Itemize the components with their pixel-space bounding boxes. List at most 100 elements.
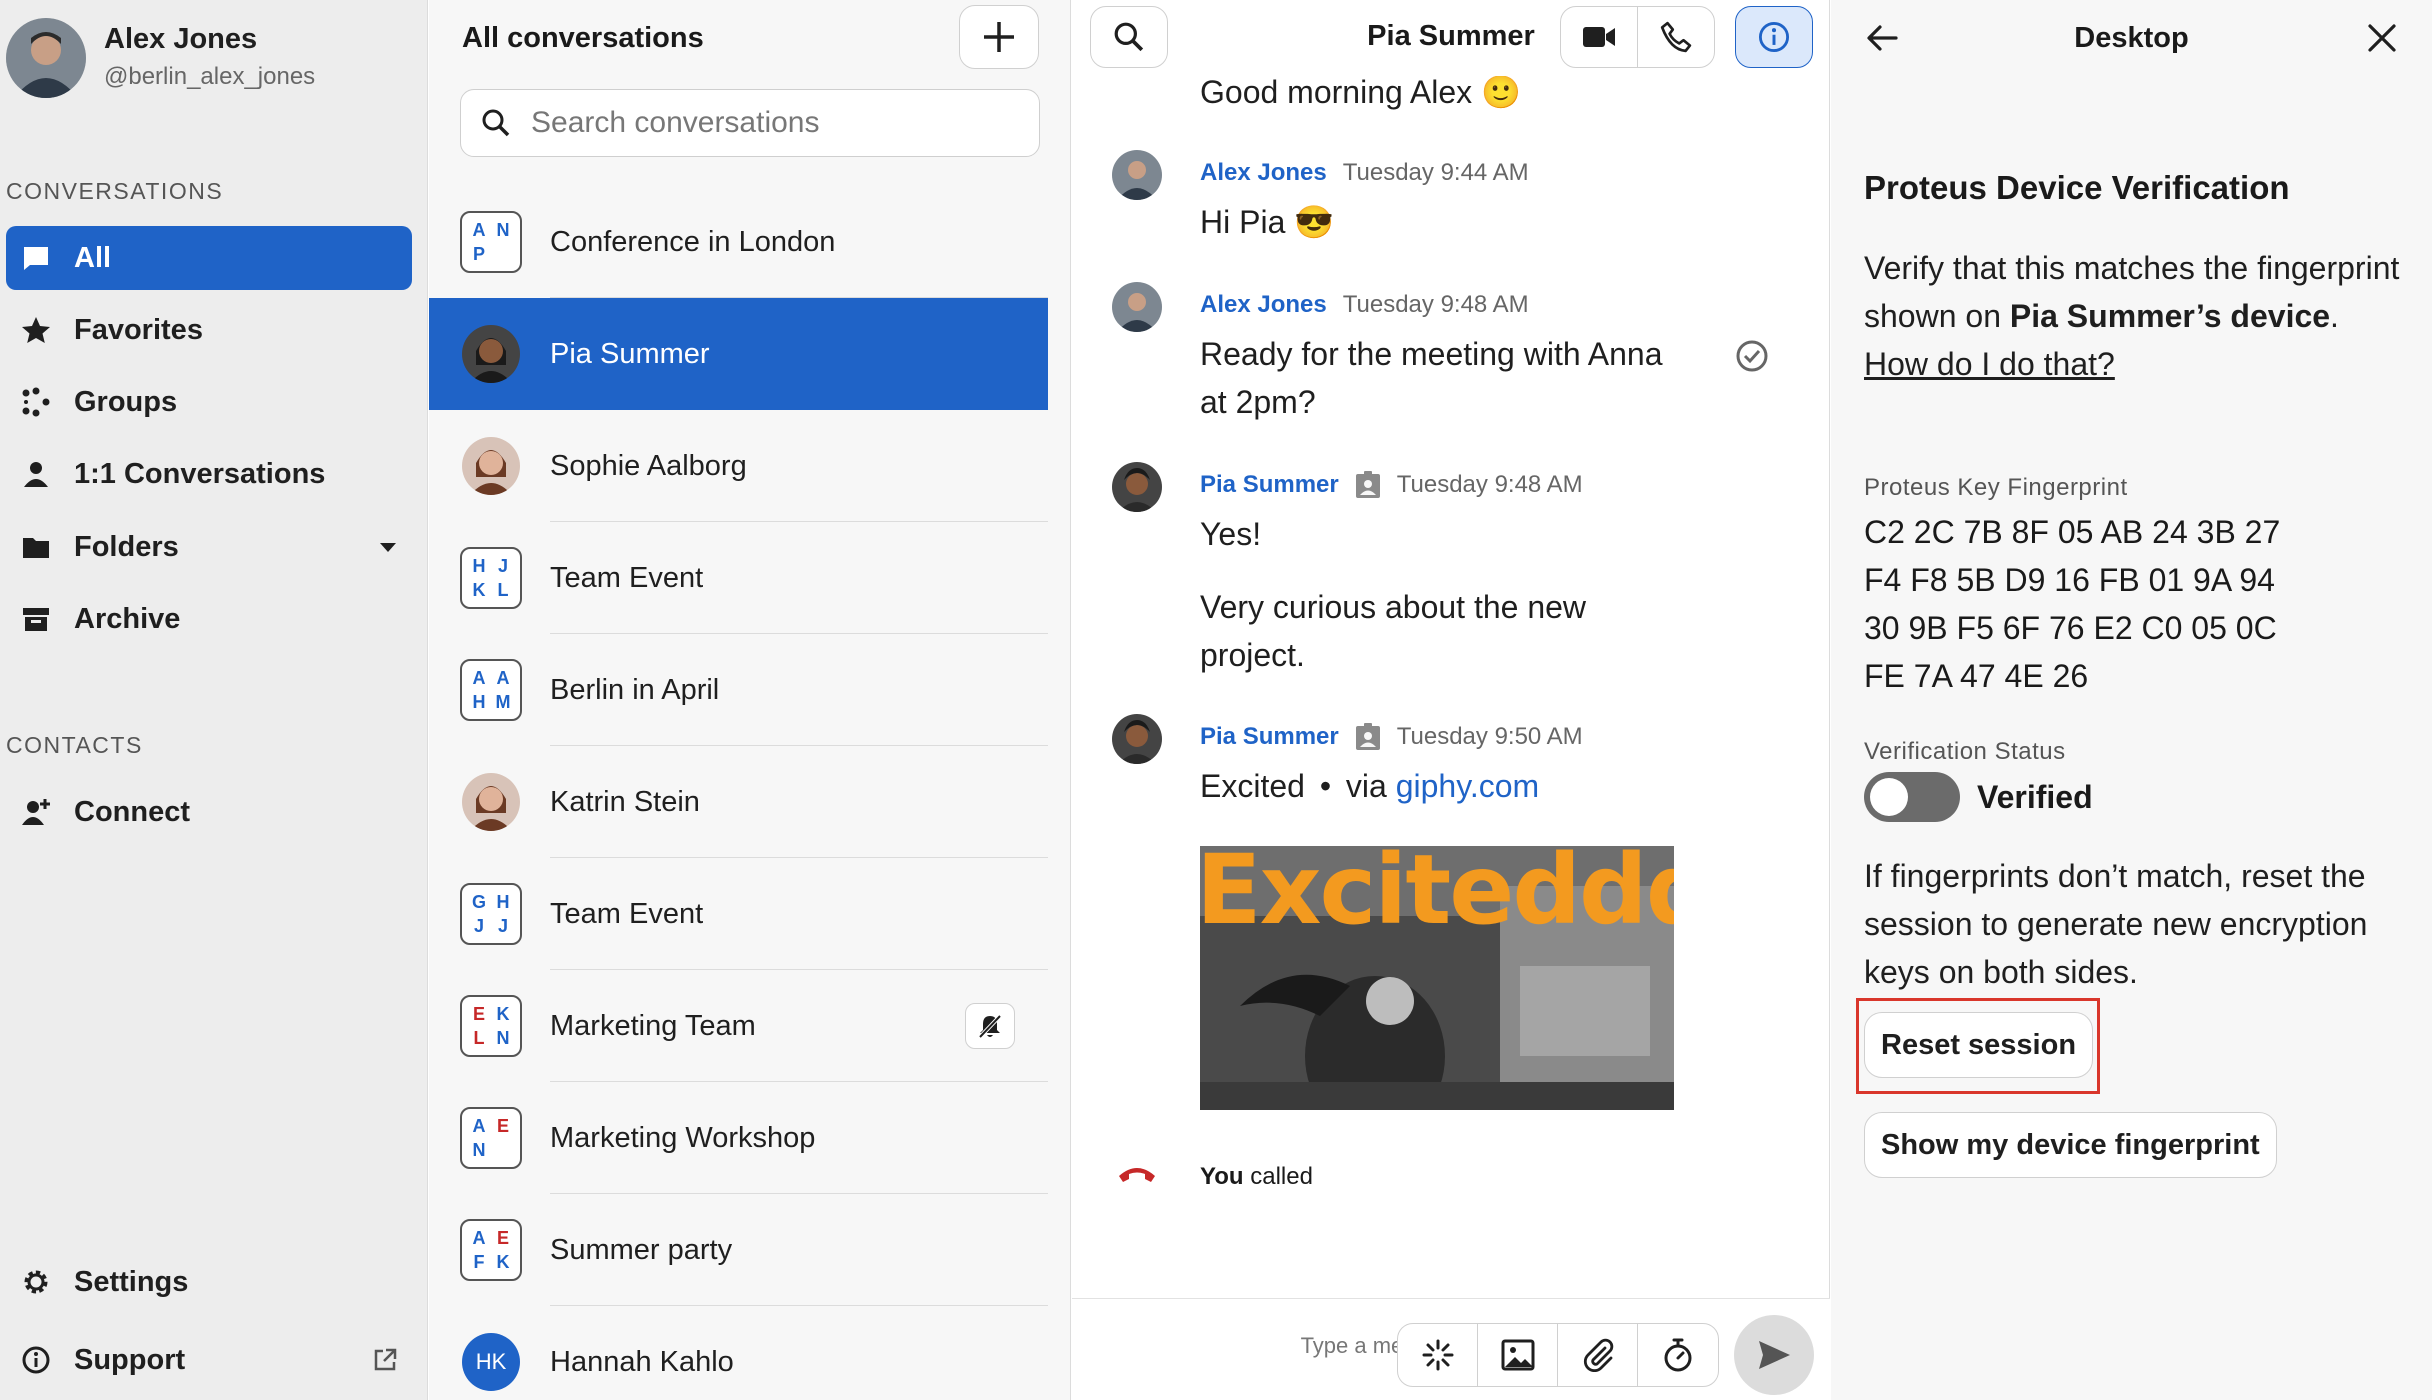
gear-icon xyxy=(20,1266,52,1298)
chevron-down-icon[interactable] xyxy=(378,515,398,579)
call-you: You xyxy=(1200,1163,1244,1190)
how-to-verify-link[interactable]: How do I do that? xyxy=(1864,346,2115,382)
message-text: project. xyxy=(1200,637,1305,673)
guest-badge-icon xyxy=(1355,471,1380,498)
sidebar-item-label: 1:1 Conversations xyxy=(74,457,326,490)
chat-header: Pia Summer xyxy=(1072,0,1830,76)
sidebar-item-label: Favorites xyxy=(74,313,203,346)
message-author[interactable]: Pia Summer xyxy=(1200,470,1339,500)
ping-button[interactable] xyxy=(1398,1324,1478,1386)
group-initial: A xyxy=(472,1116,486,1136)
phone-icon xyxy=(1660,21,1692,53)
group-initial: H xyxy=(472,692,486,712)
group-avatar: AEFK xyxy=(459,1218,523,1282)
message-text: Hi Pia 😎 xyxy=(1200,204,1335,240)
user-name: Alex Jones xyxy=(104,23,258,55)
close-icon xyxy=(2368,24,2396,52)
conversation-item[interactable]: A A H M Berlin in April xyxy=(429,634,1048,746)
verified-toggle[interactable] xyxy=(1864,772,1960,822)
avatar xyxy=(459,322,523,386)
show-device-fingerprint-button[interactable]: Show my device fingerprint xyxy=(1864,1112,2277,1178)
group-initial: F xyxy=(473,1252,485,1272)
group-initial: M xyxy=(495,692,511,712)
giphy-link[interactable]: giphy.com xyxy=(1396,768,1539,804)
message-author[interactable]: Pia Summer xyxy=(1200,722,1339,752)
star-icon xyxy=(20,314,52,346)
chat-panel: Pia Summer Good morning Alex 🙂 Alex Jone… xyxy=(1072,0,1830,1400)
search-input[interactable] xyxy=(531,106,1011,140)
verified-label: Verified xyxy=(1977,779,2093,815)
plus-icon xyxy=(984,22,1014,52)
conversation-item[interactable]: E K L N Marketing Team xyxy=(429,970,1048,1082)
group-avatar: HJKL xyxy=(459,546,523,610)
verification-status-label: Verification Status xyxy=(1864,738,2066,765)
message-time: Tuesday 9:50 AM xyxy=(1396,723,1583,750)
conversation-details-button[interactable] xyxy=(1735,6,1813,68)
search-box[interactable] xyxy=(460,89,1040,157)
image-icon xyxy=(1501,1339,1534,1371)
conversation-item[interactable]: Pia Summer xyxy=(429,298,1048,410)
sidebar-item-favorites[interactable]: Favorites xyxy=(6,298,412,362)
fingerprint-line: C2 2C 7B 8F 05 AB 24 3B 27 xyxy=(1864,514,2281,550)
group-initial: J xyxy=(473,916,484,936)
video-call-button[interactable] xyxy=(1560,6,1638,68)
message-composer xyxy=(1072,1298,1830,1400)
avatar xyxy=(1112,282,1162,332)
conversation-name: Team Event xyxy=(550,561,704,594)
conversation-name: Conference in London xyxy=(550,225,836,258)
group-initials-grid: ANP xyxy=(460,211,522,273)
sidebar-item-settings[interactable]: Settings xyxy=(6,1250,412,1314)
avatar xyxy=(1112,714,1162,764)
timer-icon xyxy=(1664,1338,1692,1372)
external-link-icon[interactable] xyxy=(372,1328,398,1392)
muted-bell-button[interactable] xyxy=(965,1003,1015,1049)
conversation-item[interactable]: H J K L Team Event xyxy=(429,522,1048,634)
reset-session-button[interactable]: Reset session xyxy=(1864,1012,2094,1078)
image-button[interactable] xyxy=(1478,1324,1558,1386)
fingerprint-line: F4 F8 5B D9 16 FB 01 9A 94 xyxy=(1864,562,2275,598)
avatar xyxy=(1112,462,1162,512)
sidebar-item-connect[interactable]: Connect xyxy=(6,780,412,844)
message-author[interactable]: Alex Jones xyxy=(1200,290,1327,320)
sidebar-item-all[interactable]: All xyxy=(6,226,412,290)
group-initial: L xyxy=(473,1028,485,1048)
user-profile[interactable]: Alex Jones @berlin_alex_jones xyxy=(6,18,315,98)
sidebar-item-support[interactable]: Support xyxy=(6,1328,412,1392)
search-icon xyxy=(482,109,510,137)
send-button[interactable] xyxy=(1734,1315,1814,1395)
fingerprint-line: 30 9B F5 6F 76 E2 C0 05 0C xyxy=(1864,610,2277,646)
message-meta: Pia Summer Tuesday 9:50 AM xyxy=(1200,722,1583,752)
sidebar-item-one-to-one[interactable]: 1:1 Conversations xyxy=(6,442,412,506)
group-avatar: AEN xyxy=(459,1106,523,1170)
group-initial: H xyxy=(496,892,510,912)
group-avatar: ANP xyxy=(459,210,523,274)
group-initials-grid: GHJJ xyxy=(460,883,522,945)
sidebar-item-archive[interactable]: Archive xyxy=(6,587,412,651)
new-conversation-button[interactable] xyxy=(959,5,1039,69)
timed-message-button[interactable] xyxy=(1638,1324,1718,1386)
conversation-item[interactable]: A N P Conference in London xyxy=(429,186,1048,298)
sidebar-item-groups[interactable]: Groups xyxy=(6,370,412,434)
message-author[interactable]: Alex Jones xyxy=(1200,158,1327,188)
conversation-item[interactable]: Sophie Aalborg xyxy=(429,410,1048,522)
conversation-item[interactable]: A E N Marketing Workshop xyxy=(429,1082,1048,1194)
separator-dot: • xyxy=(1319,768,1332,804)
close-button[interactable] xyxy=(2357,16,2407,60)
group-avatar: GHJJ xyxy=(459,882,523,946)
add-person-icon xyxy=(20,796,52,828)
toggle-knob xyxy=(1870,778,1908,816)
conversation-item[interactable]: A E F K Summer party xyxy=(429,1194,1048,1306)
gif-image[interactable]: Exciteddd xyxy=(1200,846,1674,1110)
group-initial xyxy=(492,1139,514,1161)
verification-heading: Proteus Device Verification xyxy=(1864,169,2290,206)
person-icon xyxy=(20,458,52,490)
conversation-item[interactable]: G H J J Team Event xyxy=(429,858,1048,970)
sidebar-item-folders[interactable]: Folders xyxy=(6,515,412,579)
details-title: Desktop xyxy=(2074,22,2189,54)
message-meta: Alex Jones Tuesday 9:44 AM xyxy=(1200,158,1529,188)
conversation-name: Pia Summer xyxy=(550,337,710,370)
conversation-item[interactable]: HK Hannah Kahlo xyxy=(429,1306,1048,1400)
audio-call-button[interactable] xyxy=(1637,6,1715,68)
conversation-item[interactable]: Katrin Stein xyxy=(429,746,1048,858)
attach-file-button[interactable] xyxy=(1558,1324,1638,1386)
